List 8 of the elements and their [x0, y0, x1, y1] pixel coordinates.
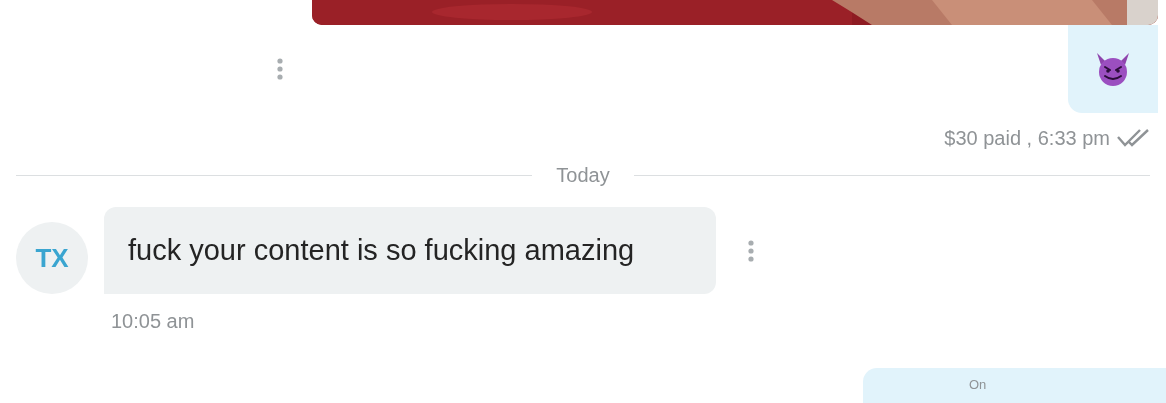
avatar[interactable]: TX	[16, 222, 88, 294]
date-divider-label: Today	[556, 163, 610, 188]
more-options-icon[interactable]	[748, 239, 754, 262]
message-bubble: fuck your content is so fucking amazing	[104, 207, 716, 294]
message-status: $30 paid , 6:33 pm	[944, 126, 1110, 151]
more-options-icon[interactable]	[277, 58, 283, 80]
message-label: On	[969, 377, 987, 392]
message-time: 10:05 am	[111, 310, 195, 332]
